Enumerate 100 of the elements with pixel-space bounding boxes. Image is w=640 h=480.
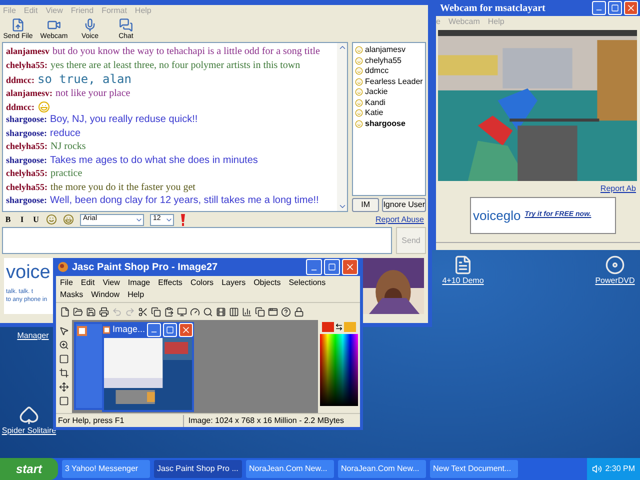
chat-message: but do you know the way to tehachapi is a little odd for a song title: [52, 46, 320, 58]
alert-icon[interactable]: [180, 214, 186, 226]
taskbar-button[interactable]: 3 Yahoo! Messenger: [62, 460, 150, 478]
chat-username: ddmcc:: [6, 100, 34, 113]
smiley-icon: [355, 88, 363, 96]
close-icon: [626, 3, 636, 13]
menu-item[interactable]: Edit: [80, 277, 95, 289]
help-icon[interactable]: [281, 306, 291, 316]
upload-icon: [11, 18, 25, 32]
gauge-icon[interactable]: [190, 306, 200, 316]
taskbar-button[interactable]: NoraJean.Com New...: [246, 460, 334, 478]
format-button[interactable]: U: [32, 214, 40, 226]
printer-icon[interactable]: [99, 306, 109, 316]
menu-item[interactable]: File: [60, 277, 73, 289]
folder-icon[interactable]: [73, 306, 83, 316]
user-list-item[interactable]: Kandi: [355, 98, 423, 108]
taskbar-button[interactable]: Jasc Paint Shop Pro ...: [154, 460, 242, 478]
message-input[interactable]: [2, 227, 392, 254]
format-button[interactable]: B: [4, 214, 12, 226]
columns-icon[interactable]: [229, 306, 239, 316]
scrollbar[interactable]: [337, 43, 347, 211]
menu-item[interactable]: Image: [128, 277, 150, 289]
cards-icon[interactable]: [19, 405, 39, 425]
user-list-item[interactable]: chelyha55: [355, 56, 423, 66]
menu-item[interactable]: Masks: [60, 289, 84, 301]
format-button[interactable]: I: [18, 214, 26, 226]
chat-message: yes there are at least three, no four polymer artists in this town: [50, 60, 300, 72]
move-icon[interactable]: [59, 382, 69, 392]
start-button[interactable]: start: [0, 458, 58, 480]
menu-item[interactable]: Layers: [222, 277, 246, 289]
user-list-item[interactable]: Katie: [355, 108, 423, 118]
scissors-icon[interactable]: [138, 306, 148, 316]
swap-icon[interactable]: [335, 323, 343, 331]
copy-icon[interactable]: [151, 306, 161, 316]
menu-item[interactable]: Objects: [254, 277, 281, 289]
rectangle-icon[interactable]: [59, 396, 69, 406]
chat-message: Well, been dong clay for 12 years, still takes me a long time!!: [50, 195, 319, 208]
minimize-button[interactable]: [306, 259, 322, 275]
close-button[interactable]: [342, 259, 358, 275]
desktop-icon-label[interactable]: Manager: [17, 330, 49, 342]
menu-item[interactable]: Effects: [158, 277, 182, 289]
menu-item[interactable]: Selections: [288, 277, 326, 289]
zoom-icon[interactable]: [59, 340, 69, 350]
smiley-icon: [355, 46, 363, 54]
close-button[interactable]: [179, 323, 193, 337]
user-list-item[interactable]: shargoose: [355, 118, 423, 129]
scroll-down-icon[interactable]: [338, 202, 346, 211]
monitor-icon[interactable]: [177, 306, 187, 316]
chat-username: alanjamesv:: [6, 87, 52, 100]
desktop-icon-label[interactable]: PowerDVD: [595, 275, 635, 287]
maximize-button[interactable]: [163, 323, 177, 337]
app-icon: [58, 262, 68, 272]
smiley-icon[interactable]: [46, 214, 57, 225]
menu-item[interactable]: Colors: [190, 277, 214, 289]
clock: 2:30 PM: [605, 463, 635, 475]
menu-item[interactable]: Help: [128, 289, 144, 301]
taskbar-button[interactable]: New Text Document...: [430, 460, 518, 478]
new-file-icon[interactable]: [60, 306, 70, 316]
document-icon: [103, 325, 110, 335]
report-abuse-link[interactable]: Report Abuse: [376, 214, 424, 226]
maximize-button[interactable]: [324, 259, 340, 275]
save-icon[interactable]: [86, 306, 96, 316]
document-icon[interactable]: [453, 255, 473, 275]
background-swatch[interactable]: [344, 322, 356, 332]
foreground-swatch[interactable]: [322, 322, 334, 332]
user-list-item[interactable]: Fearless Leader: [355, 76, 423, 87]
menu-item[interactable]: Window: [91, 289, 120, 301]
chat-username: shargoose:: [6, 154, 47, 166]
selection-icon[interactable]: [59, 354, 69, 364]
user-list-item[interactable]: alanjamesv: [355, 45, 423, 56]
chat-username: shargoose:: [6, 126, 47, 139]
magnifier-icon[interactable]: [203, 306, 213, 316]
minimize-button[interactable]: [592, 1, 606, 15]
lock-icon[interactable]: [294, 306, 304, 316]
minimize-button[interactable]: [147, 323, 161, 337]
user-list-item[interactable]: Jackie: [355, 87, 423, 98]
menu-item[interactable]: View: [102, 277, 120, 289]
taskbar-button[interactable]: NoraJean.Com New...: [338, 460, 426, 478]
scroll-up-icon[interactable]: [338, 43, 346, 52]
histogram-icon[interactable]: [242, 306, 252, 316]
disc-icon[interactable]: [605, 255, 625, 275]
action-button[interactable]: IM: [352, 198, 380, 212]
chat-bubbles-icon: [119, 18, 133, 32]
maximize-button[interactable]: [608, 1, 622, 15]
laughing-face-icon[interactable]: [63, 214, 74, 225]
report-abuse-link[interactable]: Report Ab: [600, 183, 636, 195]
speaker-icon[interactable]: [592, 464, 602, 474]
desktop-icon-label[interactable]: 4+10 Demo: [442, 275, 484, 287]
clipboard-icon[interactable]: [164, 306, 174, 316]
close-button[interactable]: [624, 1, 638, 15]
chat-username: chelyha55:: [6, 180, 48, 193]
action-button[interactable]: Ignore User: [382, 198, 426, 212]
crop-icon[interactable]: [59, 368, 69, 378]
film-icon[interactable]: [216, 306, 226, 316]
user-list-item[interactable]: ddmcc: [355, 66, 423, 76]
chat-message: Takes me ages to do what she does in minutes: [50, 154, 258, 167]
color-palette[interactable]: [320, 334, 358, 406]
desktop-icon-label[interactable]: Spider Solitaire: [2, 425, 56, 437]
window-icon[interactable]: [268, 306, 278, 316]
pointer-icon[interactable]: [59, 326, 69, 336]
